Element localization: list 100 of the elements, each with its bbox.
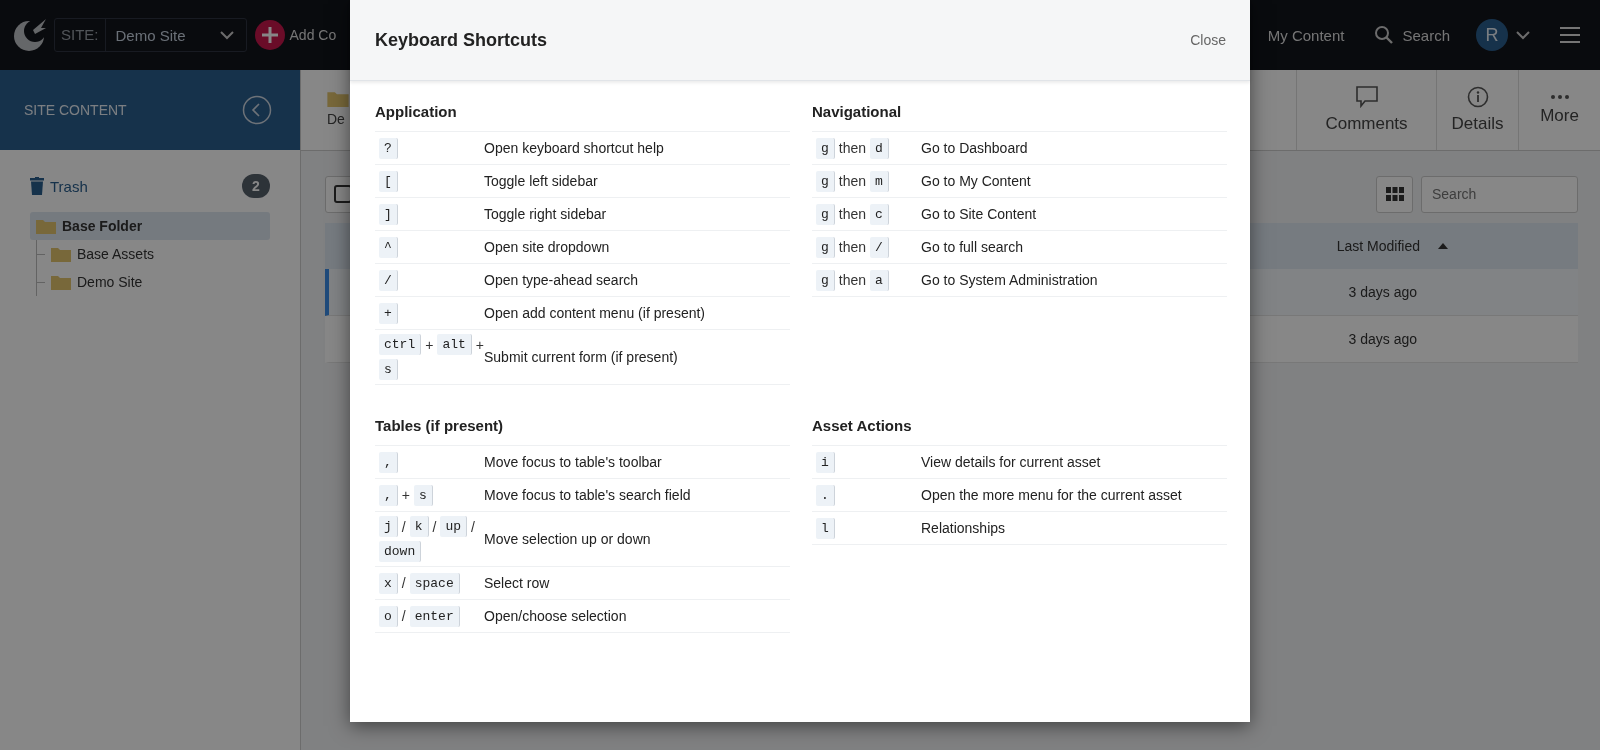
- section-title: Tables (if present): [375, 417, 790, 446]
- close-button[interactable]: Close: [1190, 32, 1226, 48]
- plus-icon: [254, 20, 285, 50]
- folder-icon: [51, 246, 71, 262]
- grid-view-button[interactable]: [1376, 175, 1413, 213]
- key-cap: ,: [379, 451, 398, 473]
- key-separator: then: [838, 239, 867, 255]
- key-cap: space: [409, 572, 460, 594]
- shortcut-description: Move selection up or down: [484, 531, 651, 547]
- key-cap: i: [816, 451, 835, 473]
- key-cap: a: [870, 269, 889, 291]
- key-cap: alt: [437, 334, 472, 355]
- trash-link[interactable]: Trash: [50, 177, 88, 195]
- count-badge: 2: [242, 174, 270, 198]
- breadcrumb-item[interactable]: De: [301, 70, 349, 150]
- key-cap: /: [870, 236, 889, 258]
- key-cap: g: [816, 236, 835, 258]
- sidebar-title: SITE CONTENT: [24, 102, 127, 118]
- key-cap: s: [379, 359, 398, 380]
- key-cap: /: [379, 269, 398, 291]
- folder-icon: [51, 274, 71, 290]
- shortcut-description: Submit current form (if present): [484, 349, 678, 365]
- key-cap: .: [816, 484, 835, 506]
- speech-bubble-icon: [1355, 86, 1378, 108]
- shortcut-description: Open type-ahead search: [484, 272, 639, 288]
- comments-button[interactable]: Comments: [1296, 70, 1436, 150]
- trash-icon: [30, 177, 44, 195]
- key-cap: c: [870, 203, 889, 225]
- key-cap: ctrl: [379, 334, 422, 355]
- key-cap: g: [816, 170, 835, 192]
- collapse-icon[interactable]: [242, 95, 272, 125]
- key-cap: g: [816, 269, 835, 291]
- shortcut-description: Select row: [484, 575, 550, 591]
- shortcut-description: Open site dropdown: [484, 239, 610, 255]
- key-cap: l: [816, 517, 835, 539]
- chevron-down-icon[interactable]: [1516, 30, 1530, 40]
- shortcut-description: Go to full search: [921, 239, 1023, 255]
- key-separator: then: [838, 173, 867, 189]
- menu-icon[interactable]: [1560, 27, 1580, 43]
- shortcut-description: Go to System Administration: [921, 272, 1098, 288]
- key-separator: then: [838, 140, 867, 156]
- table-cell: 3 days ago: [1348, 284, 1417, 300]
- shortcut-description: Move focus to table's toolbar: [484, 454, 662, 470]
- logo-icon: [14, 19, 46, 51]
- key-separator: /: [401, 575, 406, 591]
- key-cap: up: [440, 516, 467, 537]
- more-icon: [1549, 94, 1570, 100]
- key-cap: down: [379, 541, 422, 562]
- section-title: Navigational: [812, 103, 1227, 132]
- tree-item[interactable]: Base Assets: [45, 240, 155, 268]
- key-cap: g: [816, 203, 835, 225]
- key-cap: ?: [379, 137, 398, 159]
- column-header[interactable]: Last Modified: [1336, 238, 1420, 254]
- tree-item[interactable]: Base Folder: [30, 212, 270, 240]
- more-button[interactable]: More: [1518, 70, 1600, 150]
- key-cap: x: [379, 572, 398, 594]
- search-button[interactable]: Search: [1368, 24, 1456, 46]
- shortcut-description: Move focus to table's search field: [484, 487, 691, 503]
- dialog-title: Keyboard Shortcuts: [375, 29, 548, 51]
- key-cap: ^: [379, 236, 398, 258]
- grid-icon: [1385, 187, 1404, 201]
- key-separator: /: [401, 608, 406, 624]
- shortcut-description: Open the more menu for the current asset: [921, 487, 1182, 503]
- key-cap: s: [414, 484, 433, 506]
- key-separator: /: [401, 518, 406, 535]
- site-dropdown[interactable]: SITE: Demo Site: [54, 18, 247, 52]
- details-button[interactable]: Details: [1436, 70, 1518, 150]
- search-field[interactable]: Search: [1421, 175, 1578, 213]
- key-separator: then: [838, 272, 867, 288]
- key-cap: d: [870, 137, 889, 159]
- my-content-link[interactable]: My Content: [1267, 26, 1345, 44]
- user-avatar[interactable]: R: [1476, 19, 1508, 51]
- shortcut-description: Open/choose selection: [484, 608, 627, 624]
- section-title: Asset Actions: [812, 417, 1227, 446]
- shortcut-description: Relationships: [921, 520, 1006, 536]
- key-cap: k: [409, 516, 429, 537]
- key-cap: o: [379, 605, 398, 627]
- shortcut-description: Toggle right sidebar: [484, 206, 607, 222]
- key-separator: /: [471, 518, 475, 535]
- key-separator: /: [432, 518, 437, 535]
- key-cap: [: [379, 170, 398, 192]
- table-cell: 3 days ago: [1348, 331, 1417, 347]
- info-icon: [1466, 86, 1489, 108]
- sort-arrow-icon[interactable]: [1438, 243, 1448, 249]
- key-cap: ]: [379, 203, 398, 225]
- shortcut-description: Go to Site Content: [921, 206, 1037, 222]
- section-title: Application: [375, 103, 790, 132]
- search-icon: [1374, 25, 1395, 45]
- shortcut-description: Go to My Content: [921, 173, 1031, 189]
- folder-icon: [327, 90, 349, 107]
- add-content-button[interactable]: Add Co: [254, 20, 337, 50]
- key-cap: ,: [379, 484, 398, 506]
- key-cap: enter: [409, 605, 460, 627]
- key-cap: +: [379, 302, 398, 324]
- shortcut-description: View details for current asset: [921, 454, 1101, 470]
- tree-item[interactable]: Demo Site: [45, 268, 143, 296]
- folder-icon: [36, 218, 56, 234]
- key-cap: g: [816, 137, 835, 159]
- site-label: SITE:: [55, 19, 106, 51]
- shortcut-description: Open keyboard shortcut help: [484, 140, 664, 156]
